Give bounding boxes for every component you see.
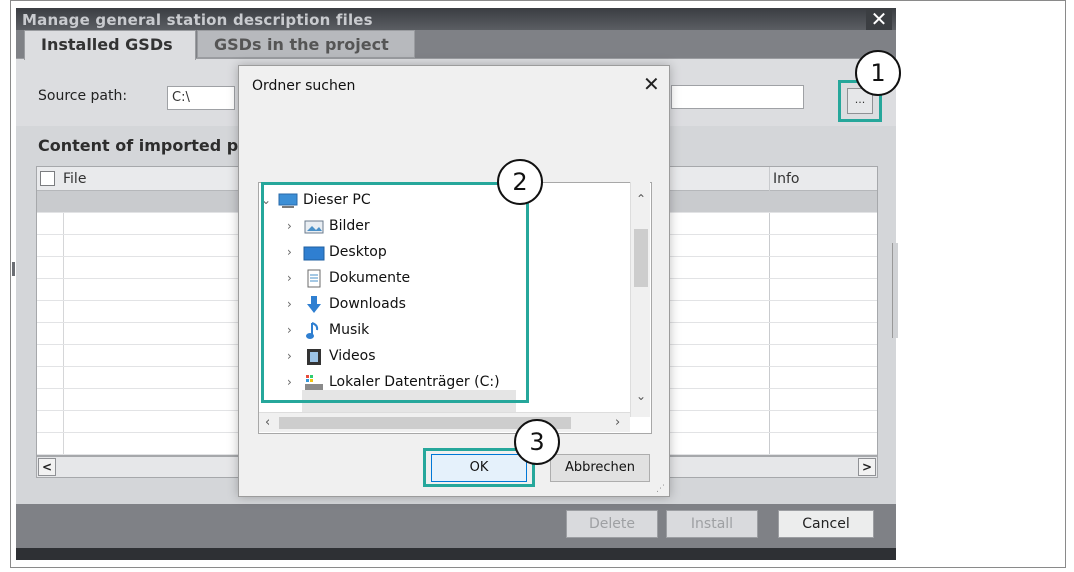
scroll-left-icon[interactable]: < xyxy=(38,458,56,476)
source-path-label: Source path: xyxy=(38,88,128,104)
scroll-up-icon[interactable]: ⌃ xyxy=(636,192,646,206)
cancel-button[interactable]: Cancel xyxy=(778,510,874,538)
dialog-title: Manage general station description files xyxy=(22,11,373,29)
scrollbar-thumb[interactable] xyxy=(634,229,648,287)
delete-button[interactable]: Delete xyxy=(566,510,658,538)
source-path-input[interactable]: C:\ xyxy=(167,86,235,110)
scroll-left-icon[interactable]: ‹ xyxy=(265,415,270,430)
close-icon[interactable]: ✕ xyxy=(866,8,892,30)
callout-3: 3 xyxy=(514,419,560,465)
dialog-footer-strip xyxy=(16,548,896,560)
column-header-info[interactable]: Info xyxy=(773,171,800,187)
resize-grip-icon[interactable]: ⋰ xyxy=(656,484,666,494)
source-path-input-extension[interactable] xyxy=(671,85,804,109)
install-button[interactable]: Install xyxy=(666,510,758,538)
tab-installed-gsds[interactable]: Installed GSDs xyxy=(24,30,196,60)
tree-highlight-box xyxy=(261,182,529,403)
callout-1: 1 xyxy=(855,50,901,96)
select-all-checkbox[interactable] xyxy=(40,171,55,186)
folder-dialog-title: Ordner suchen xyxy=(252,78,356,94)
close-icon[interactable]: ✕ xyxy=(643,72,660,96)
dialog-titlebar: Manage general station description files… xyxy=(16,8,896,30)
content-heading: Content of imported pa xyxy=(38,136,250,155)
column-header-file[interactable]: File xyxy=(63,171,86,187)
scroll-right-icon[interactable]: > xyxy=(858,458,876,476)
callout-2: 2 xyxy=(497,159,543,205)
scroll-right-icon[interactable]: › xyxy=(615,415,620,430)
tab-gsds-in-project[interactable]: GSDs in the project xyxy=(197,30,415,58)
tree-vertical-scrollbar[interactable]: ⌃ ⌄ xyxy=(630,182,650,417)
tree-horizontal-scrollbar[interactable]: ‹ › xyxy=(259,412,630,432)
background-window-fragment xyxy=(12,262,15,276)
abbrechen-button[interactable]: Abbrechen xyxy=(550,454,650,482)
background-window-fragment xyxy=(892,243,898,338)
scroll-down-icon[interactable]: ⌄ xyxy=(636,389,646,403)
